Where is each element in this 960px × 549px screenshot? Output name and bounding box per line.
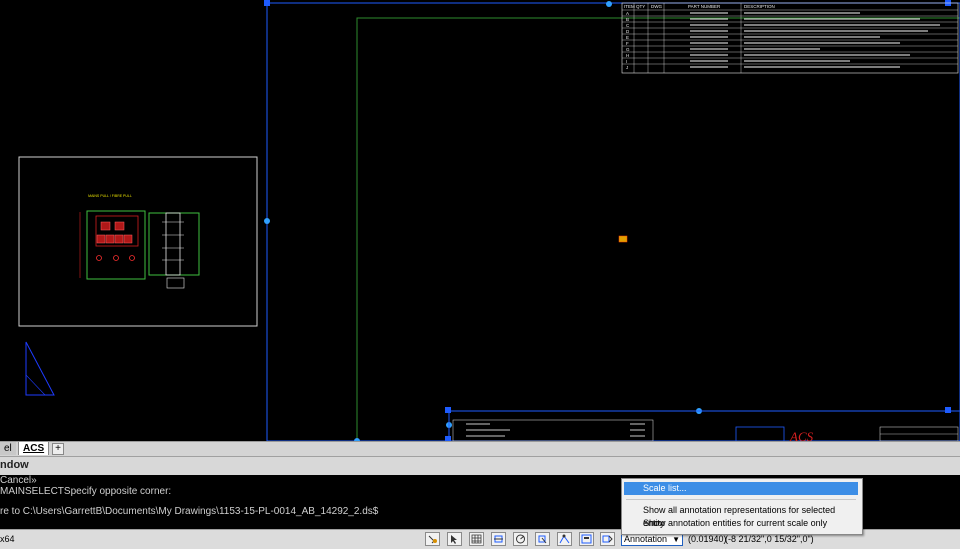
cursor-coordinates: (-8 21/32",0 15/32",0") (725, 534, 814, 544)
svg-text:J: J (626, 65, 628, 70)
drawing-canvas[interactable]: MAINS PULL / FIBRE PULL ITEM QTY DWG PAR… (0, 0, 960, 444)
command-window-header[interactable]: ndow (0, 456, 960, 476)
selection-grips[interactable] (264, 0, 951, 442)
command-line: re to C:\Users\GarrettB\Documents\My Dra… (0, 506, 379, 517)
svg-text:E: E (626, 35, 629, 40)
svg-text:D: D (626, 29, 630, 34)
command-window-title: ndow (0, 459, 29, 471)
status-left-text: x64 (0, 534, 15, 544)
grid-icon[interactable] (469, 532, 484, 546)
svg-text:PART NUMBER: PART NUMBER (688, 4, 721, 9)
svg-text:H: H (626, 53, 629, 58)
svg-text:C: C (626, 23, 630, 28)
layout-tabs: el ACS + (0, 441, 960, 456)
insertion-marker (618, 235, 628, 243)
snap-toggle-button[interactable] (425, 532, 440, 546)
svg-text:F: F (626, 41, 629, 46)
chevron-down-icon: ▼ (672, 535, 680, 544)
annotation-label: Annotation (624, 534, 668, 544)
command-line: MAINSELECTSpecify opposite corner: (0, 486, 172, 497)
command-line: Cancel» (0, 475, 37, 486)
menu-separator (626, 499, 856, 500)
svg-text:QTY: QTY (636, 4, 645, 9)
svg-text:DESCRIPTION: DESCRIPTION (744, 4, 775, 9)
menu-item-show-current-scale-only[interactable]: Show annotation entities for current sca… (624, 517, 858, 530)
polar-icon[interactable] (513, 532, 528, 546)
svg-text:B: B (626, 17, 629, 22)
add-layout-tab-button[interactable]: + (52, 443, 64, 455)
selection-frame (266, 2, 960, 442)
svg-text:A: A (626, 11, 629, 16)
ortho-icon[interactable] (491, 532, 506, 546)
lineweight-icon[interactable] (579, 532, 594, 546)
parts-table: ITEM QTY DWG PART NUMBER DESCRIPTION A B… (621, 2, 959, 74)
osnap-icon[interactable] (535, 532, 550, 546)
svg-text:DWG: DWG (651, 4, 662, 9)
sheet-border (356, 17, 960, 442)
otrack-icon[interactable] (557, 532, 572, 546)
north-arrow-icon (25, 341, 55, 396)
svg-text:G: G (626, 47, 630, 52)
tab-model[interactable]: el (0, 442, 16, 455)
annotation-context-menu: Scale list... Show all annotation repres… (621, 478, 863, 535)
svg-text:I: I (626, 59, 627, 64)
svg-text:ITEM: ITEM (624, 4, 635, 9)
annotation-scale-value: (0.01940) (688, 534, 727, 544)
menu-item-show-all-representations[interactable]: Show all annotation representations for … (624, 504, 858, 528)
title-company: ACS (789, 429, 814, 441)
title-block: ACS (452, 419, 959, 444)
panel-title: MAINS PULL / FIBRE PULL (88, 194, 132, 198)
select-cursor-icon[interactable] (447, 532, 462, 546)
menu-item-scale-list[interactable]: Scale list... (624, 482, 858, 495)
annotation-monitor-icon[interactable] (600, 532, 615, 546)
tab-acs[interactable]: ACS (18, 442, 50, 455)
